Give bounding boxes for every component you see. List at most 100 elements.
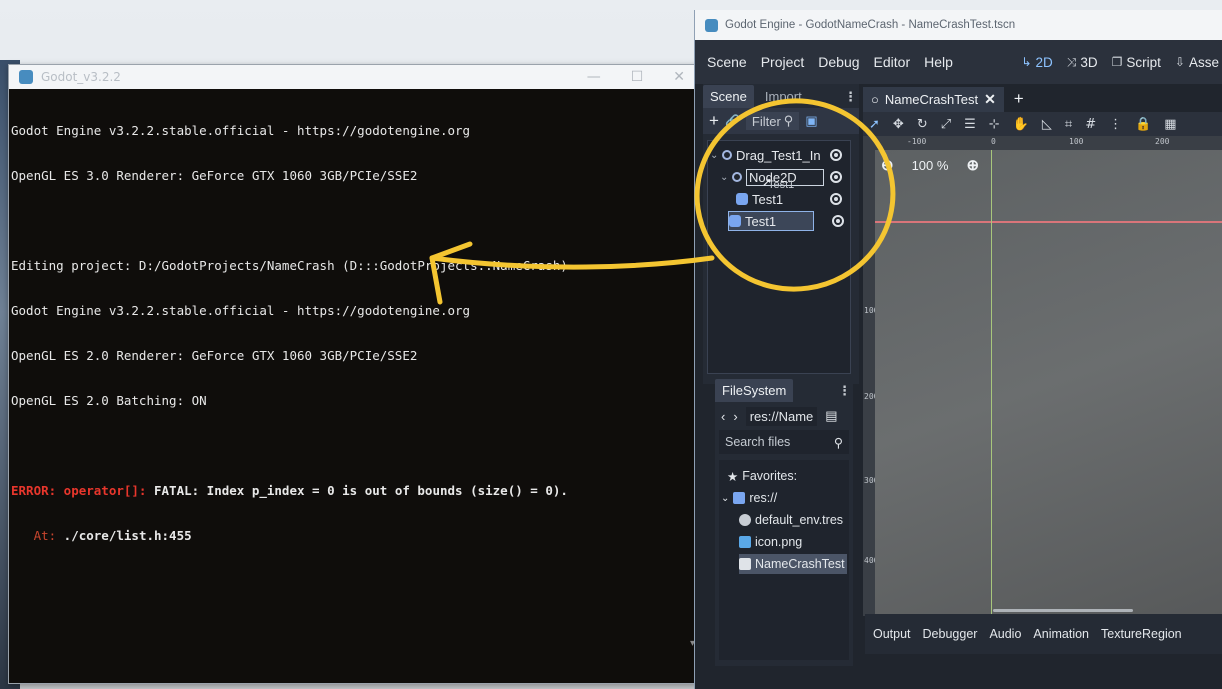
- godot-icon: [19, 70, 33, 84]
- 2d-canvas[interactable]: ⊖ 100 % ⊕: [875, 150, 1222, 616]
- x-axis-line: [875, 221, 1222, 223]
- image-icon: [739, 536, 751, 548]
- tab-animation[interactable]: Animation: [1033, 627, 1089, 641]
- more-options-icon[interactable]: ⋮: [1109, 117, 1122, 132]
- tab-output[interactable]: Output: [873, 627, 911, 641]
- close-tab-icon[interactable]: ✕: [984, 91, 996, 108]
- pivot-icon[interactable]: ⊹: [989, 117, 1000, 132]
- mode-3d-button[interactable]: ⤨ 3D: [1067, 55, 1098, 70]
- minimize-button[interactable]: —: [587, 69, 601, 85]
- console-title: Godot_v3.2.2: [41, 70, 121, 84]
- close-button[interactable]: ✕: [673, 69, 685, 85]
- node2d-icon: [732, 172, 742, 182]
- console-line: OpenGL ES 2.0 Renderer: GeForce GTX 1060…: [11, 348, 418, 363]
- menu-project[interactable]: Project: [761, 54, 805, 70]
- folder-icon: [733, 492, 746, 504]
- tab-namecrashtest[interactable]: ○ NameCrashTest ✕: [863, 86, 1004, 112]
- tree-item-test1-selected[interactable]: Test1: [728, 211, 814, 231]
- tab-scene[interactable]: Scene: [703, 85, 754, 108]
- scene-tab-icon: ○: [871, 91, 879, 107]
- visibility-eye-icon[interactable]: [830, 193, 842, 205]
- menu-editor[interactable]: Editor: [874, 54, 911, 70]
- collapse-icon[interactable]: ⌄: [721, 493, 729, 504]
- tab-filesystem[interactable]: FileSystem: [715, 379, 794, 402]
- zoom-out-button[interactable]: ⊖: [881, 156, 894, 174]
- move-mode-icon[interactable]: ✥: [893, 117, 904, 132]
- tree-item-test1[interactable]: Test1: [736, 189, 848, 209]
- folder-root[interactable]: ⌄ res://: [721, 488, 777, 508]
- tab-debugger[interactable]: Debugger: [923, 627, 978, 641]
- mode-2d-button[interactable]: ↳ 2D: [1021, 55, 1052, 70]
- console-title-bar[interactable]: Godot_v3.2.2 — ☐ ✕: [9, 65, 697, 89]
- dock-menu-icon[interactable]: ⋮: [844, 90, 857, 105]
- sprite-icon: [729, 215, 741, 227]
- tab-textureregion[interactable]: TextureRegion: [1101, 627, 1182, 641]
- scene-tabs: ○ NameCrashTest ✕ +: [863, 86, 1222, 112]
- scale-mode-icon[interactable]: ⤢: [941, 117, 951, 132]
- snap-icon[interactable]: ⌗: [1065, 117, 1072, 132]
- ruler-icon[interactable]: ◺: [1042, 117, 1052, 132]
- assetlib-icon: ⇩: [1174, 55, 1185, 69]
- tree-item-label: Drag_Test1_In: [736, 147, 821, 163]
- tree-item-root[interactable]: ⌄ Drag_Test1_In: [710, 145, 848, 165]
- list-select-icon[interactable]: ☰: [964, 117, 976, 132]
- scene-tree: ⌄ Drag_Test1_In ⌄ Node2D Test1 ➚ Test1 T…: [707, 140, 851, 374]
- zoom-level[interactable]: 100 %: [912, 158, 949, 173]
- select-mode-icon[interactable]: ➚: [869, 117, 880, 132]
- node-icon: [722, 150, 732, 160]
- mode-script-button[interactable]: ❐ Script: [1112, 55, 1161, 70]
- mouse-cursor-icon: ➚: [762, 175, 773, 189]
- ruler-tick-label: 200: [1155, 137, 1170, 146]
- group-icon[interactable]: ▦: [1164, 117, 1176, 132]
- y-axis-line: [991, 150, 992, 616]
- console-line: OpenGL ES 3.0 Renderer: GeForce GTX 1060…: [11, 168, 418, 183]
- smart-snap-icon[interactable]: #: [1085, 117, 1096, 132]
- rotate-mode-icon[interactable]: ↻: [917, 117, 928, 132]
- add-tab-icon[interactable]: +: [1014, 89, 1024, 109]
- dock-menu-icon[interactable]: ⋮: [838, 384, 851, 399]
- filesystem-dock: FileSystem ⋮ ‹ › res://Name ▤ Search fil…: [715, 378, 853, 666]
- visibility-eye-icon[interactable]: [832, 215, 844, 227]
- file-item[interactable]: icon.png: [739, 532, 802, 552]
- mode-assetlib-button[interactable]: ⇩ Asse: [1175, 55, 1219, 70]
- path-field[interactable]: res://Name: [745, 406, 818, 426]
- visibility-eye-icon[interactable]: [830, 149, 842, 161]
- instance-scene-icon[interactable]: 🔗: [725, 114, 740, 128]
- tab-audio[interactable]: Audio: [989, 627, 1021, 641]
- zoom-in-button[interactable]: ⊕: [966, 156, 979, 174]
- mode-3d-label: 3D: [1080, 54, 1098, 70]
- scene-dock: Scene Import ⋮ + 🔗 Filter ⚲ ▣ ⌄ Drag_Tes…: [703, 84, 859, 384]
- 2d-icon: ↳: [1021, 55, 1032, 69]
- search-files-field[interactable]: Search files ⚲: [719, 430, 849, 454]
- script-attach-icon[interactable]: ▣: [805, 113, 817, 129]
- forward-icon[interactable]: ›: [733, 409, 737, 424]
- mode-2d-label: 2D: [1035, 54, 1053, 70]
- menu-scene[interactable]: Scene: [707, 54, 747, 70]
- ruler-horizontal: -100 0 100 200: [873, 136, 1222, 150]
- menu-debug[interactable]: Debug: [818, 54, 859, 70]
- collapse-icon[interactable]: ⌄: [720, 172, 728, 183]
- workspace-switcher: ↳ 2D ⤨ 3D ❐ Script ⇩ Asse: [1021, 55, 1222, 70]
- favorites-item[interactable]: ★ Favorites:: [727, 466, 797, 486]
- 3d-icon: ⤨: [1066, 54, 1077, 69]
- sprite-icon: [736, 193, 748, 205]
- collapse-icon[interactable]: ⌄: [710, 150, 718, 161]
- file-item[interactable]: default_env.tres: [739, 510, 843, 530]
- ruler-tick-label: 100: [1069, 137, 1084, 146]
- editor-title-bar[interactable]: Godot Engine - GodotNameCrash - NameCras…: [695, 10, 1222, 40]
- lock-icon[interactable]: 🔒: [1135, 117, 1151, 132]
- visibility-eye-icon[interactable]: [830, 171, 842, 183]
- menu-help[interactable]: Help: [924, 54, 953, 70]
- file-item-selected[interactable]: NameCrashTest: [739, 554, 847, 574]
- split-view-icon[interactable]: ▤: [825, 408, 837, 424]
- search-icon: ⚲: [833, 435, 843, 450]
- filter-nodes-field[interactable]: Filter ⚲: [745, 112, 800, 130]
- filesystem-nav: ‹ › res://Name ▤: [715, 402, 853, 430]
- back-icon[interactable]: ‹: [721, 409, 725, 424]
- maximize-button[interactable]: ☐: [631, 69, 644, 85]
- pan-icon[interactable]: ✋: [1013, 117, 1029, 132]
- tab-import[interactable]: Import: [758, 85, 809, 108]
- add-node-icon[interactable]: +: [709, 111, 719, 131]
- horizontal-scrollbar[interactable]: [993, 609, 1133, 612]
